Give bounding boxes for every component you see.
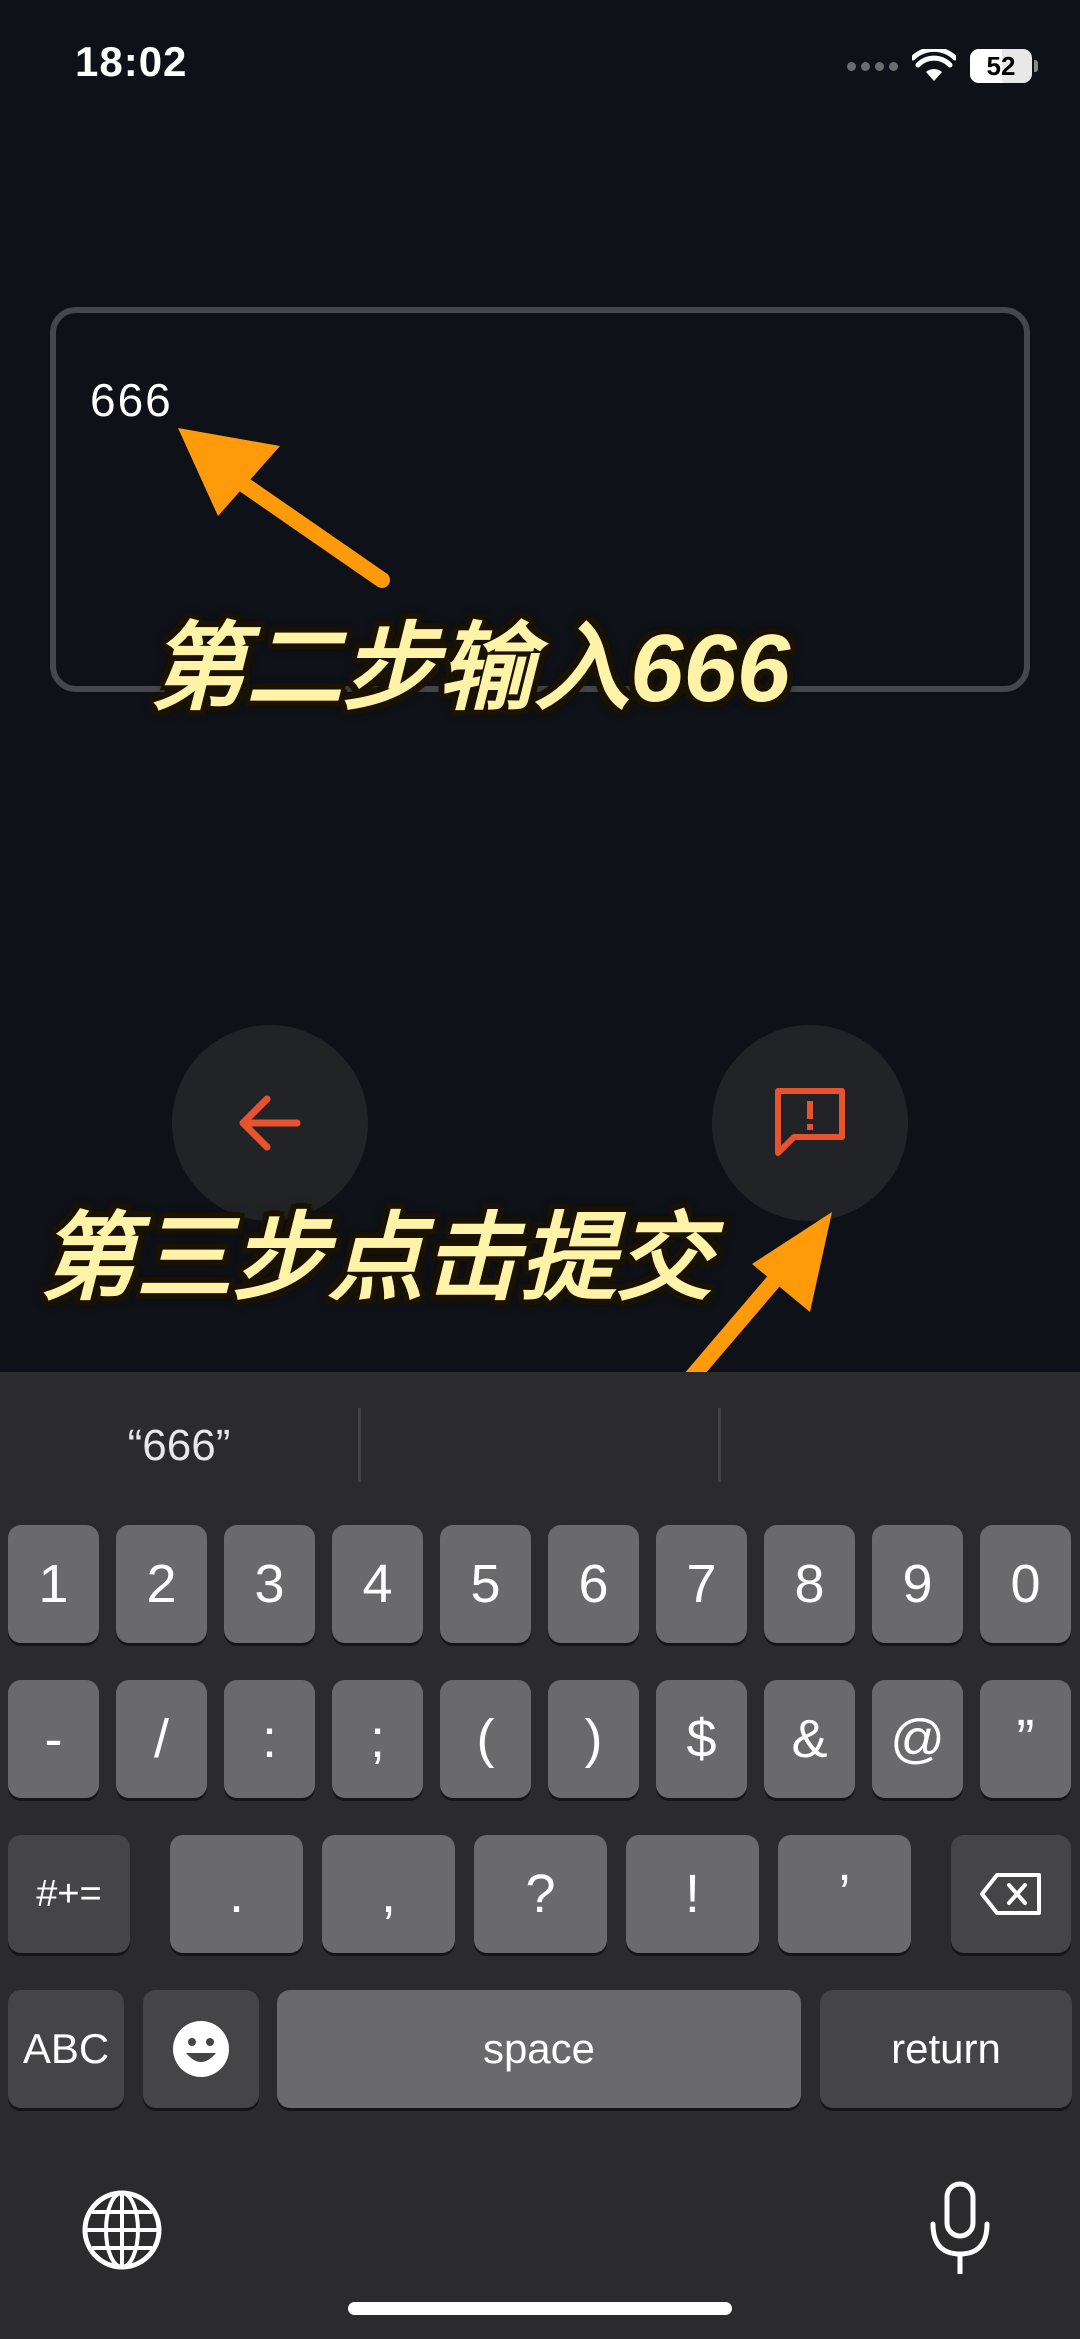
home-indicator[interactable] [348,2302,732,2315]
suggestion-bar: “666” [0,1372,1080,1520]
key-7[interactable]: 7 [656,1525,747,1643]
key-ampersand[interactable]: & [764,1680,855,1798]
emoji-key[interactable] [143,1990,259,2108]
dictation-button[interactable] [925,2180,995,2280]
key-5[interactable]: 5 [440,1525,531,1643]
backspace-icon [980,1873,1041,1915]
key-exclamation[interactable]: ! [626,1835,759,1953]
annotation-step2: 第二步输入666 [150,615,791,722]
key-open-paren[interactable]: ( [440,1680,531,1798]
key-9[interactable]: 9 [872,1525,963,1643]
key-period[interactable]: . [170,1835,303,1953]
key-abc[interactable]: ABC [8,1990,124,2108]
delete-key[interactable] [951,1835,1071,1953]
screen: 18:02 52 666 第二步输入666 第三步点击提交 “666” 1 2 … [0,0,1080,2339]
emoji-icon [173,2021,229,2077]
return-key[interactable]: return [820,1990,1072,2108]
key-3[interactable]: 3 [224,1525,315,1643]
key-8[interactable]: 8 [764,1525,855,1643]
key-symbols-mode[interactable]: #+= [8,1835,130,1953]
key-quote[interactable]: ” [980,1680,1071,1798]
key-comma[interactable]: , [322,1835,455,1953]
key-at[interactable]: @ [872,1680,963,1798]
key-colon[interactable]: : [224,1680,315,1798]
globe-button[interactable] [80,2188,164,2272]
suggestion-2[interactable] [360,1372,718,1520]
key-4[interactable]: 4 [332,1525,423,1643]
annotation-step3: 第三步点击提交 [40,1205,712,1312]
space-key[interactable]: space [277,1990,801,2108]
suggestion-3[interactable] [720,1372,1080,1520]
key-close-paren[interactable]: ) [548,1680,639,1798]
key-semicolon[interactable]: ; [332,1680,423,1798]
key-apostrophe[interactable]: ’ [778,1835,911,1953]
key-dollar[interactable]: $ [656,1680,747,1798]
key-1[interactable]: 1 [8,1525,99,1643]
key-0[interactable]: 0 [980,1525,1071,1643]
globe-icon [82,2190,162,2270]
key-2[interactable]: 2 [116,1525,207,1643]
battery-level: 52 [986,50,1016,81]
suggestion-1[interactable]: “666” [0,1372,358,1520]
key-slash[interactable]: / [116,1680,207,1798]
key-hyphen[interactable]: - [8,1680,99,1798]
key-6[interactable]: 6 [548,1525,639,1643]
microphone-icon [930,2181,990,2274]
key-question[interactable]: ? [474,1835,607,1953]
